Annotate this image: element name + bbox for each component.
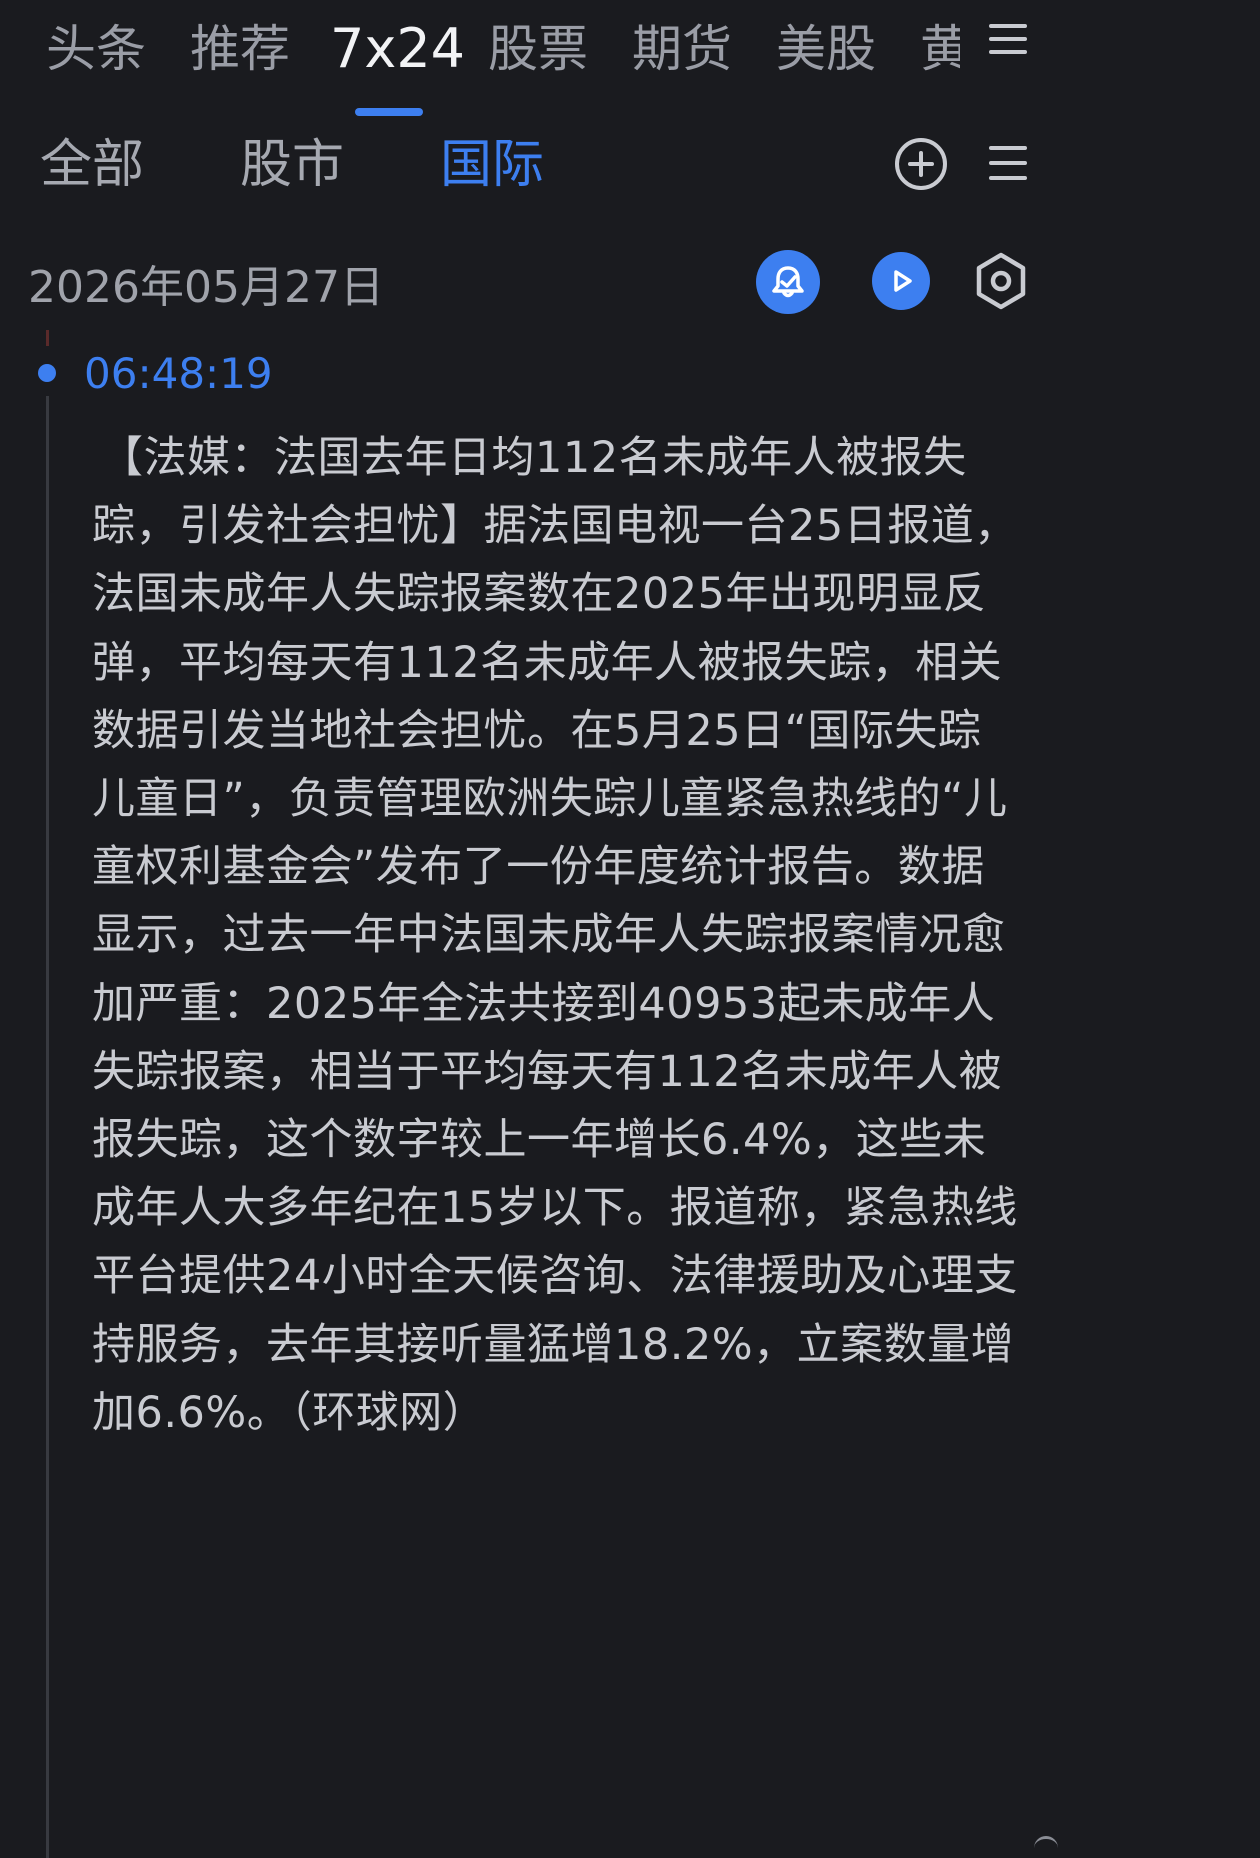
settings-icon[interactable] [972,250,1030,312]
list-icon[interactable] [985,140,1045,200]
top-tab-bar: 头条 推荐 7x24 股票 期货 美股 黄 [0,0,1260,120]
menu-icon[interactable] [985,16,1045,76]
tab-7x24[interactable]: 7x24 [330,14,465,84]
subtab-international[interactable]: 国际 [440,130,544,200]
active-tab-indicator [355,108,423,116]
timeline-line [46,396,49,1858]
tab-recommend[interactable]: 推荐 [190,14,290,84]
tab-stocks[interactable]: 股票 [488,14,588,84]
play-icon[interactable] [872,252,930,310]
tab-us-stocks[interactable]: 美股 [776,14,876,84]
tab-futures[interactable]: 期货 [632,14,732,84]
news-time: 06:48:19 [84,349,273,398]
news-content[interactable]: 【法媒：法国去年日均112名未成年人被报失踪，引发社会担忧】据法国电视一台25日… [92,424,1022,1447]
tab-headlines[interactable]: 头条 [46,14,146,84]
scroll-hint [1034,1836,1058,1853]
subtab-stock-market[interactable]: 股市 [240,130,344,200]
subtab-all[interactable]: 全部 [40,130,144,200]
add-circle-icon[interactable] [893,136,959,202]
timeline-segment [46,330,49,346]
tab-gold-partial[interactable]: 黄 [920,14,960,84]
date-label: 2026年05月27日 [28,262,384,313]
bell-icon[interactable] [756,250,820,314]
timeline-dot [38,364,56,382]
